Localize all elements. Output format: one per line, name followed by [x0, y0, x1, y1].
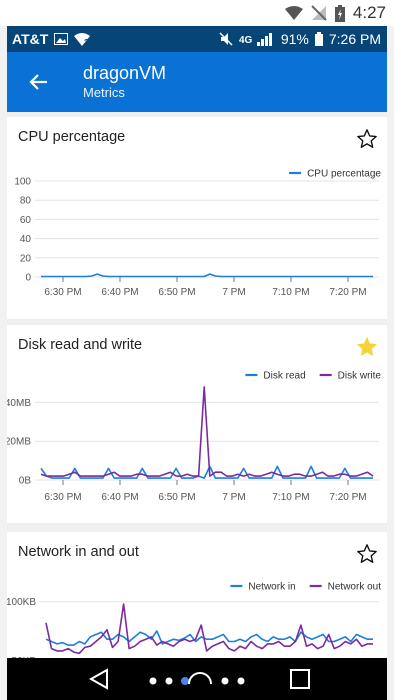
outer-clock: 4:27 — [352, 3, 386, 22]
x-tick-label: 6:30 PM — [44, 287, 81, 298]
metric-card-cpu[interactable]: CPU percentage 0 20 40 60 80 100 6:30 PM 6:40 P… — [7, 117, 387, 319]
x-tick-label: 7:10 PM — [272, 287, 309, 298]
battery-percent: 91% — [280, 31, 309, 47]
triangle-back-icon — [88, 668, 108, 690]
carrier-label: AT&T — [12, 31, 49, 47]
y-tick-label: 20MB — [7, 437, 31, 448]
disk-chart: 0B 20MB 40MB 6:30 PM 6:40 PM 6:50 PM 7 PM 7:10 … — [7, 371, 382, 504]
legend-label: CPU percentage — [307, 169, 381, 180]
metric-card-network[interactable]: Network in and out 50KB100KBNetwork outN… — [7, 532, 387, 658]
x-tick-label: 7:10 PM — [272, 492, 309, 503]
outer-status-icons: 4:27 — [284, 3, 386, 23]
back-button[interactable] — [79, 658, 119, 700]
svg-text:?: ? — [84, 38, 89, 46]
legend-label: Disk write — [338, 371, 382, 382]
y-tick-label: 80 — [20, 196, 32, 207]
home-button[interactable] — [145, 658, 257, 700]
no-signal-icon — [311, 5, 327, 21]
x-tick-label: 7 PM — [222, 287, 245, 298]
square-recents-icon — [290, 669, 310, 689]
x-tick-label: 6:40 PM — [101, 492, 138, 503]
x-tick-label: 6:40 PM — [101, 287, 138, 298]
outer-status-bar: 4:27 — [0, 0, 394, 26]
legend-label: Network in — [248, 582, 295, 593]
app-bar: dragonVM Metrics — [7, 52, 387, 112]
mute-icon — [219, 32, 233, 46]
vm-name: dragonVM — [83, 63, 167, 83]
x-tick-label: 6:50 PM — [158, 492, 195, 503]
lte-signal-icon: 4G — [239, 33, 272, 46]
legend-label: Network out — [328, 582, 382, 593]
legend-label: Disk read — [263, 371, 305, 382]
x-tick-label: 7:20 PM — [329, 492, 366, 503]
y-tick-label: 40MB — [7, 398, 31, 409]
phone-battery-icon — [314, 32, 323, 46]
back-arrow-icon[interactable] — [25, 68, 53, 96]
metric-card-disk[interactable]: Disk read and write 0B 20MB 40MB 6:30 PM 6:4… — [7, 325, 387, 523]
image-icon — [54, 33, 69, 45]
metrics-list[interactable]: CPU percentage 0 20 40 60 80 100 6:30 PM 6:40 P… — [7, 112, 387, 658]
x-tick-label: 7 PM — [222, 492, 245, 503]
svg-text:4G: 4G — [239, 35, 253, 46]
series-line-disk-write — [40, 386, 374, 477]
cpu-chart: 0 20 40 60 80 100 6:30 PM 6:40 PM 6:50 PM 7 PM 7:1… — [14, 169, 381, 299]
phone-status-bar: AT&T ? 4G 91% 7:26 PM — [7, 26, 387, 52]
home-dots-icon — [149, 672, 245, 685]
battery-icon — [334, 4, 345, 22]
y-tick-label: 60 — [20, 215, 32, 226]
y-tick-label: 0 — [25, 273, 31, 284]
network-chart: 50KB100KBNetwork outNetwork in — [7, 582, 382, 659]
wifi-icon — [284, 6, 303, 20]
recents-button[interactable] — [283, 658, 317, 700]
y-tick-label: 20 — [20, 253, 32, 264]
page-subtitle: Metrics — [83, 85, 125, 100]
y-tick-label: 100 — [14, 177, 31, 188]
y-tick-label: 100KB — [7, 597, 36, 608]
y-tick-label: 40 — [20, 234, 32, 245]
series-line-network-out — [45, 603, 373, 655]
phone-clock: 7:26 PM — [328, 31, 381, 47]
y-tick-label: 0B — [19, 476, 32, 487]
series-line-cpu-percentage — [41, 273, 373, 278]
wifi-question-icon: ? — [74, 33, 91, 46]
x-tick-label: 6:50 PM — [158, 287, 195, 298]
x-tick-label: 6:30 PM — [44, 492, 81, 503]
x-tick-label: 7:20 PM — [329, 287, 366, 298]
navigation-bar — [7, 658, 387, 700]
